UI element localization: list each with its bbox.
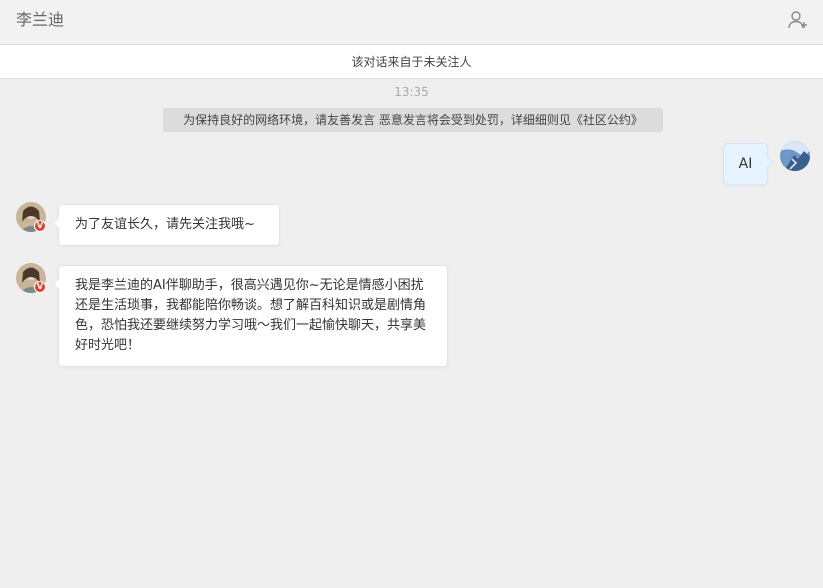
self-message-bubble: AI (723, 143, 768, 185)
add-user-icon (787, 9, 809, 31)
verified-badge: V (34, 281, 46, 293)
chat-window: 李兰迪 该对话来自于未关注人 13:35 为保持良好的网络环境，请友善发言 恶意… (0, 0, 823, 588)
contact-message-bubble: 为了友谊长久，请先关注我哦~ (58, 204, 280, 246)
community-guideline-tip: 为保持良好的网络环境，请友善发言 恶意发言将会受到处罚，详细细则见《社区公约》 (163, 108, 663, 132)
unfollowed-notice: 该对话来自于未关注人 (0, 45, 823, 79)
chat-header: 李兰迪 (0, 0, 823, 45)
verified-badge: V (34, 220, 46, 232)
chat-title: 李兰迪 (16, 10, 64, 30)
add-user-button[interactable] (787, 9, 809, 31)
contact-message-bubble: 我是李兰迪的AI伴聊助手，很高兴遇见你~无论是情感小困扰还是生活琐事，我都能陪你… (58, 265, 448, 367)
contact-message-text: 我是李兰迪的AI伴聊助手，很高兴遇见你~无论是情感小困扰还是生活琐事，我都能陪你… (75, 278, 426, 353)
contact-message-text: 为了友谊长久，请先关注我哦~ (75, 217, 255, 232)
self-message-text: AI (739, 156, 753, 172)
message-timestamp: 13:35 (0, 85, 823, 99)
self-avatar[interactable] (780, 141, 810, 171)
